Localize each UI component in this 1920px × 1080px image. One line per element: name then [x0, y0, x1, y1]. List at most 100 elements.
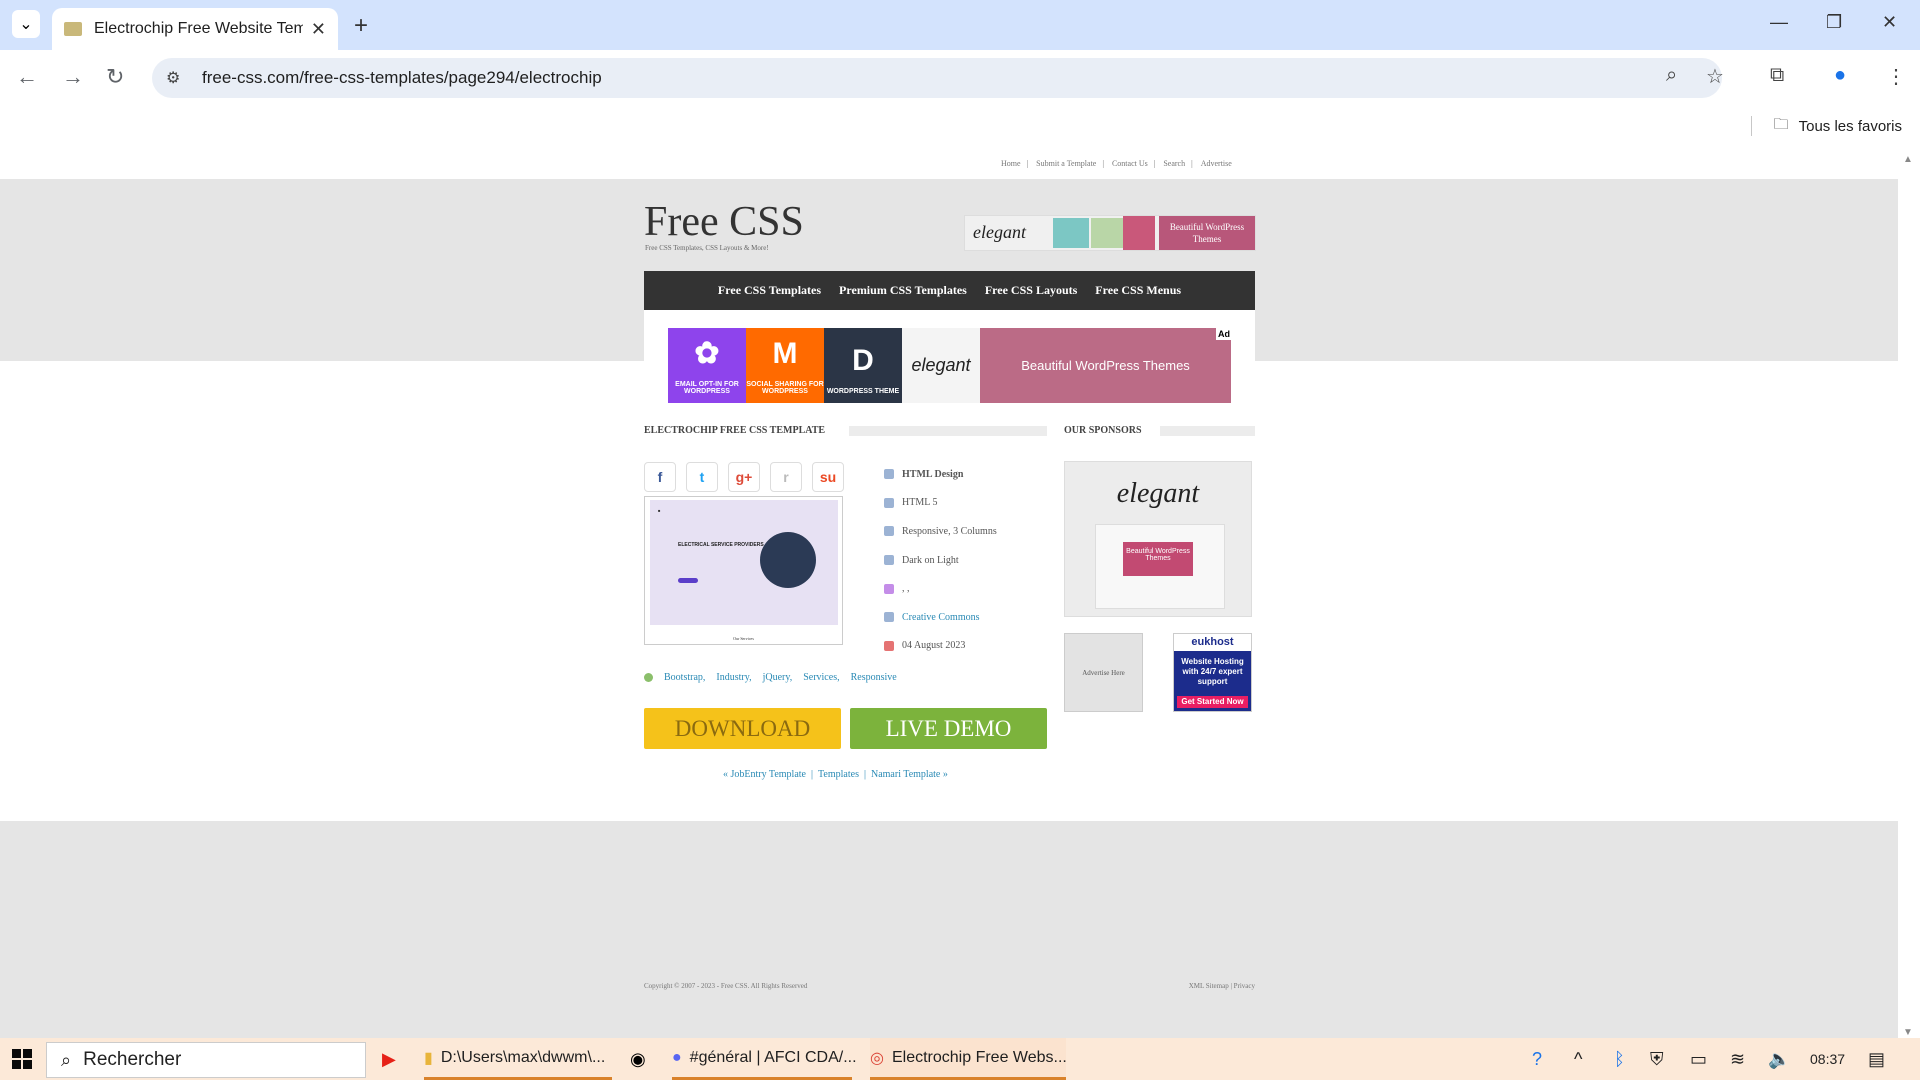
taskbar-app-chrome[interactable]: ◎ Electrochip Free Webs... — [870, 1038, 1067, 1080]
columns-icon — [884, 526, 894, 537]
download-button[interactable]: DOWNLOAD — [644, 708, 841, 749]
tab-search-button[interactable]: ⌄ — [12, 10, 40, 38]
youtube-icon[interactable]: ▶ — [382, 1049, 396, 1070]
scroll-up-icon[interactable]: ▲ — [1903, 154, 1913, 165]
nav-free-css-menus[interactable]: Free CSS Menus — [1095, 283, 1181, 298]
notifications-icon[interactable]: ▤ — [1868, 1049, 1885, 1070]
site-logo[interactable]: Free CSS — [644, 198, 804, 246]
taskbar-search[interactable]: ⌕ Rechercher — [46, 1042, 366, 1078]
close-tab-icon[interactable]: ✕ — [311, 19, 326, 40]
pager-separator: | — [811, 769, 814, 780]
menu-icon[interactable]: ⋮ — [1886, 64, 1906, 89]
tray-chevron-icon[interactable]: ^ — [1574, 1049, 1582, 1070]
top-link-contact[interactable]: Contact Us — [1112, 159, 1148, 168]
site-info-icon[interactable]: ⚙ — [166, 68, 192, 88]
tag-link[interactable]: Services, — [803, 672, 839, 683]
windows-start-icon[interactable] — [12, 1049, 32, 1069]
reddit-icon[interactable]: r — [770, 462, 802, 492]
templates-link[interactable]: Templates — [818, 769, 859, 780]
top-link-search[interactable]: Search — [1163, 159, 1185, 168]
facebook-icon[interactable]: f — [644, 462, 676, 492]
calendar-icon — [884, 640, 894, 651]
security-icon[interactable]: ⛨ — [1650, 1049, 1664, 1070]
colors-icon — [884, 583, 894, 594]
top-link-home[interactable]: Home — [1001, 159, 1021, 168]
thumbnail-headline: ELECTRICAL SERVICE PROVIDERS — [678, 542, 764, 548]
top-link-advertise[interactable]: Advertise — [1201, 159, 1232, 168]
eukhost-text: Website Hosting with 24/7 expert support — [1181, 657, 1244, 686]
sponsor-eukhost-ad[interactable]: eukhost Website Hosting with 24/7 expert… — [1173, 633, 1252, 712]
bluetooth-icon[interactable]: ᛒ — [1614, 1049, 1625, 1070]
spec-item[interactable]: Creative Commons — [884, 603, 997, 632]
ad-tagline: Beautiful WordPress Themes — [980, 328, 1231, 403]
thumbnail-screen: ■ ELECTRICAL SERVICE PROVIDERS — [650, 500, 838, 625]
stumbleupon-icon[interactable]: su — [812, 462, 844, 492]
footer-links[interactable]: XML Sitemap | Privacy — [1189, 982, 1255, 990]
url-text[interactable]: free-css.com/free-css-templates/page294/… — [202, 68, 602, 88]
ad-divi-label: WORDPRESS THEME — [826, 388, 900, 395]
bookmarks-bar: 🗀 Tous les favoris — [0, 106, 1920, 142]
taskbar-app-explorer[interactable]: ▮ D:\Users\max\dwwm\... — [424, 1038, 612, 1080]
top-link-submit[interactable]: Submit a Template — [1036, 159, 1096, 168]
tag-link[interactable]: jQuery, — [763, 672, 793, 683]
live-demo-button[interactable]: LIVE DEMO — [850, 708, 1047, 749]
spec-label: Dark on Light — [902, 554, 959, 566]
ad-social-sharing: M SOCIAL SHARING FOR WORDPRESS — [746, 328, 824, 403]
sponsor-elegant-ad[interactable]: elegant Beautiful WordPress Themes — [1064, 461, 1252, 617]
address-bar[interactable]: ⚙ free-css.com/free-css-templates/page29… — [152, 58, 1722, 98]
profile-icon[interactable]: ● — [1834, 64, 1846, 87]
header-ad[interactable]: elegant Beautiful WordPress Themes — [964, 215, 1256, 251]
section-title-bar — [1160, 426, 1255, 436]
tag-link[interactable]: Responsive — [851, 672, 897, 683]
taskbar-app-label: D:\Users\max\dwwm\... — [440, 1048, 606, 1066]
all-bookmarks-button[interactable]: 🗀 Tous les favoris — [1774, 114, 1902, 139]
help-icon[interactable]: ? — [1532, 1049, 1542, 1070]
spec-label: HTML 5 — [902, 497, 938, 509]
spec-item: Dark on Light — [884, 546, 997, 575]
taskbar-app-discord[interactable]: ● #général | AFCI CDA/... — [672, 1038, 857, 1080]
nav-premium-css-templates[interactable]: Premium CSS Templates — [839, 283, 967, 298]
next-template-link[interactable]: Namari Template » — [871, 769, 948, 780]
prev-template-link[interactable]: « JobEntry Template — [723, 769, 806, 780]
ad-badge: Ad — [1216, 328, 1232, 340]
advertise-here-box[interactable]: Advertise Here — [1064, 633, 1143, 712]
forward-icon[interactable]: → — [62, 64, 84, 90]
scroll-down-icon[interactable]: ▼ — [1903, 1027, 1913, 1038]
eukhost-cta: Get Started Now — [1177, 696, 1248, 708]
extensions-icon[interactable]: ⧉ — [1770, 64, 1784, 87]
nav-free-css-layouts[interactable]: Free CSS Layouts — [985, 283, 1077, 298]
bookmark-star-icon[interactable]: ☆ — [1706, 64, 1724, 89]
new-tab-icon[interactable]: + — [354, 12, 368, 40]
divi-icon: D — [852, 344, 874, 377]
minimize-icon[interactable]: — — [1770, 12, 1788, 33]
template-thumbnail[interactable]: ■ ELECTRICAL SERVICE PROVIDERS Our Servi… — [644, 496, 843, 645]
tag-icon — [644, 673, 653, 682]
windows-taskbar: ⌕ Rechercher ▶ ▮ D:\Users\max\dwwm\... ◉… — [0, 1038, 1920, 1080]
discord-icon: ● — [672, 1048, 682, 1066]
banner-ad[interactable]: ✿ EMAIL OPT-IN FOR WORDPRESS M SOCIAL SHAR… — [668, 328, 1231, 403]
restore-icon[interactable]: ❐ — [1826, 12, 1842, 33]
license-icon — [884, 612, 894, 623]
bookmarks-separator — [1751, 116, 1752, 136]
taskbar-app-label: #général | AFCI CDA/... — [689, 1048, 857, 1066]
battery-icon[interactable]: ▭ — [1690, 1049, 1707, 1070]
license-link[interactable]: Creative Commons — [902, 612, 980, 623]
tag-link[interactable]: Bootstrap, — [664, 672, 705, 683]
reload-icon[interactable]: ↻ — [106, 64, 124, 90]
google-plus-icon[interactable]: g+ — [728, 462, 760, 492]
nav-free-css-templates[interactable]: Free CSS Templates — [718, 283, 821, 298]
spec-date: 04 August 2023 — [902, 640, 966, 652]
back-icon[interactable]: ← — [16, 64, 38, 90]
tag-link[interactable]: Industry, — [716, 672, 751, 683]
volume-icon[interactable]: 🔈 — [1768, 1049, 1790, 1070]
template-tags: Bootstrap, Industry, jQuery, Services, R… — [644, 672, 897, 683]
window-close-icon[interactable]: ✕ — [1882, 12, 1897, 33]
zoom-icon[interactable]: ⌕ — [1666, 64, 1677, 87]
twitter-icon[interactable]: t — [686, 462, 718, 492]
active-tab[interactable]: Electrochip Free Website Templ ✕ — [52, 8, 338, 50]
wifi-icon[interactable]: ≋ — [1730, 1049, 1745, 1070]
document-icon — [884, 497, 894, 508]
media-player-icon[interactable]: ◉ — [630, 1049, 646, 1070]
page-scrollbar[interactable]: ▲ ▼ — [1898, 142, 1920, 1038]
taskbar-clock[interactable]: 08:37 — [1810, 1051, 1845, 1067]
